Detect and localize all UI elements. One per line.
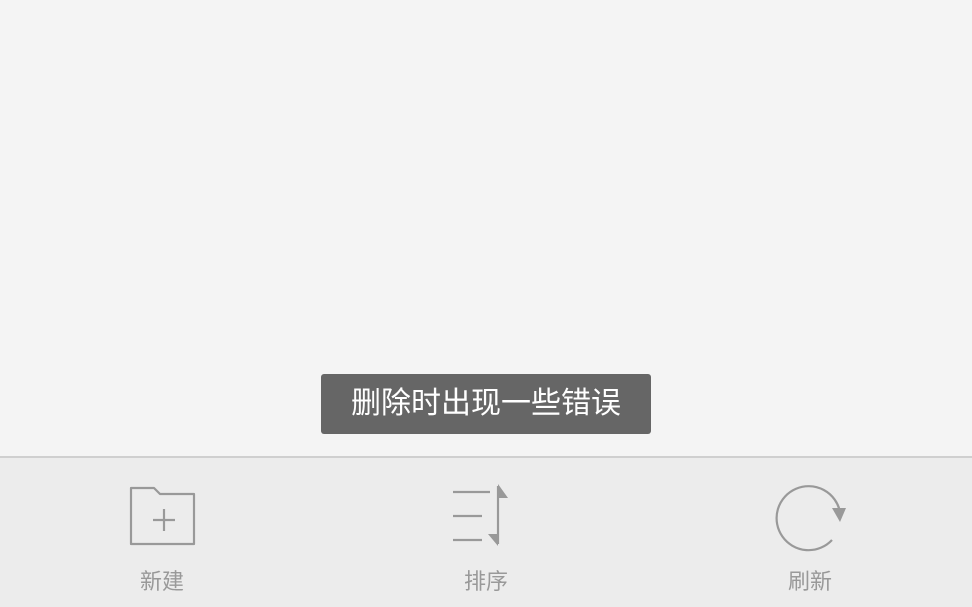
folder-plus-icon — [122, 478, 202, 558]
sort-button-label: 排序 — [463, 570, 508, 595]
bottom-toolbar: 新建 排序 刷新 — [0, 456, 972, 607]
error-toast: 删除时出现一些错误 — [321, 374, 651, 434]
sort-icon — [446, 478, 526, 558]
new-button[interactable]: 新建 — [0, 458, 324, 607]
refresh-button[interactable]: 刷新 — [648, 458, 972, 607]
sort-button[interactable]: 排序 — [324, 458, 648, 607]
refresh-icon — [770, 478, 850, 558]
refresh-button-label: 刷新 — [787, 570, 832, 595]
new-button-label: 新建 — [139, 570, 184, 595]
